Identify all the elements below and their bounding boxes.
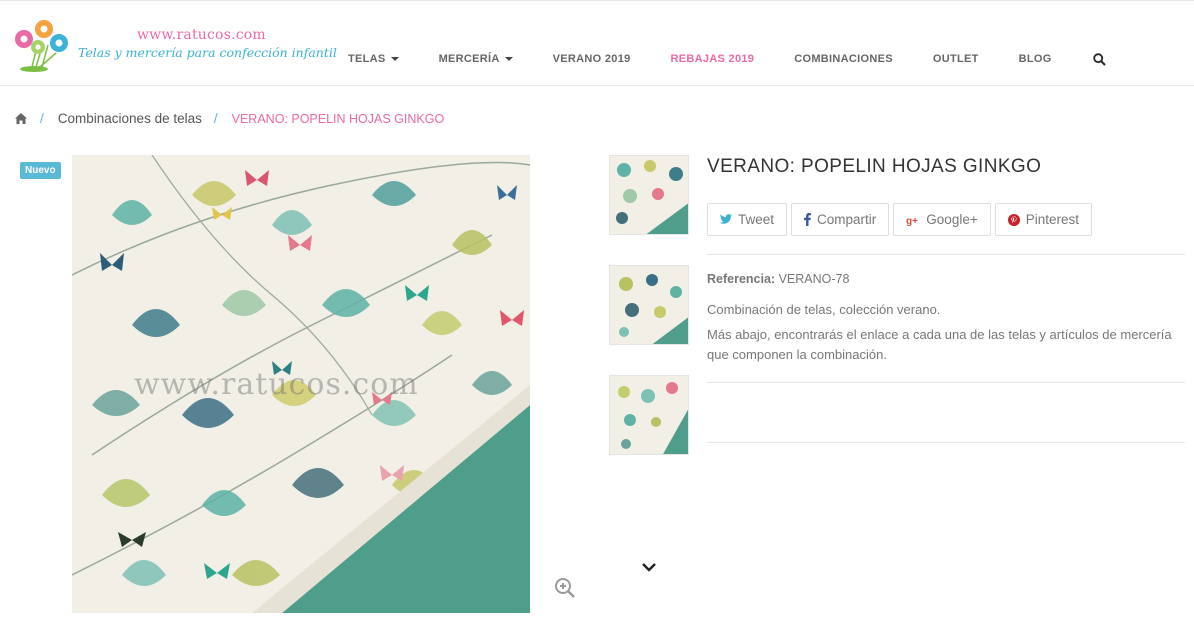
- nav-item-combinaciones[interactable]: COMBINACIONES: [794, 53, 893, 65]
- product-thumbnail[interactable]: [609, 155, 689, 235]
- product-title: VERANO: POPELIN HOJAS GINKGO: [707, 156, 1042, 177]
- pinterest-label: Pinterest: [1025, 212, 1079, 227]
- nav-item-label: MERCERÍA: [438, 53, 500, 65]
- breadcrumb-link-combinaciones[interactable]: Combinaciones de telas: [58, 111, 202, 126]
- product-thumbnail[interactable]: [609, 375, 689, 455]
- breadcrumb: / Combinaciones de telas / VERANO: POPEL…: [14, 111, 444, 126]
- product-thumbnail[interactable]: [609, 265, 689, 345]
- new-badge: Nuevo: [20, 162, 61, 179]
- flowers-logo-icon: [15, 20, 68, 72]
- divider: [707, 382, 1185, 383]
- caret-down-icon: [390, 57, 399, 61]
- google-plus-icon: g+: [906, 216, 918, 226]
- thumbnail-image: [610, 376, 688, 454]
- nav-item-label: VERANO 2019: [552, 53, 631, 65]
- chevron-down-icon[interactable]: [640, 560, 658, 574]
- search-button[interactable]: [1092, 51, 1108, 67]
- facebook-share-button[interactable]: Compartir: [791, 203, 890, 236]
- breadcrumb-current: VERANO: POPELIN HOJAS GINKGO: [231, 111, 445, 126]
- pinterest-button[interactable]: Pinterest: [994, 203, 1092, 236]
- site-header: www.ratucos.com Telas y mercería para co…: [0, 0, 1194, 86]
- reference-label: Referencia:: [707, 272, 776, 286]
- nav-item-label: TELAS: [348, 53, 386, 65]
- thumbnail-image: [610, 156, 688, 234]
- tweet-button[interactable]: Tweet: [707, 203, 788, 236]
- zoom-icon[interactable]: [554, 577, 576, 599]
- facebook-label: Compartir: [817, 212, 877, 227]
- svg-text:g+: g+: [906, 216, 918, 226]
- breadcrumb-separator: /: [213, 111, 218, 126]
- reference-value: VERANO-78: [778, 272, 850, 286]
- nav-item-verano-2019[interactable]: VERANO 2019: [553, 53, 631, 65]
- nav-item-outlet[interactable]: OUTLET: [933, 53, 979, 65]
- search-icon: [1093, 52, 1106, 66]
- nav-item-blog[interactable]: BLOG: [1019, 53, 1052, 65]
- nav-item-merceria[interactable]: MERCERÍA: [439, 53, 513, 65]
- home-icon[interactable]: [14, 112, 28, 125]
- caret-down-icon: [504, 57, 513, 61]
- breadcrumb-separator: /: [40, 111, 44, 126]
- nav-item-label: REBAJAS 2019: [670, 53, 755, 65]
- pinterest-icon: [1007, 213, 1020, 226]
- product-main-image[interactable]: www.ratucos.com: [72, 155, 530, 613]
- nav-item-label: OUTLET: [932, 53, 979, 65]
- nav-item-rebajas-2019[interactable]: REBAJAS 2019: [671, 53, 755, 65]
- nav-item-label: BLOG: [1018, 53, 1052, 65]
- twitter-icon: [720, 214, 732, 224]
- site-logo[interactable]: www.ratucos.com Telas y mercería para co…: [12, 17, 337, 73]
- tweet-label: Tweet: [738, 212, 775, 227]
- nav-item-telas[interactable]: TELAS: [348, 53, 399, 65]
- logo-tagline: Telas y mercería para confección infanti…: [78, 45, 337, 60]
- divider: [707, 442, 1185, 443]
- thumbnail-image: [610, 266, 688, 344]
- divider: [707, 254, 1185, 255]
- main-nav: TELAS MERCERÍA VERANO 2019 REBAJAS 2019 …: [328, 47, 1108, 71]
- google-plus-label: Google+: [926, 212, 978, 227]
- image-watermark: www.ratucos.com: [134, 367, 419, 402]
- google-plus-button[interactable]: g+ Google+: [893, 203, 991, 236]
- facebook-icon: [804, 213, 812, 226]
- product-description-1: Combinación de telas, colección verano.: [707, 302, 941, 317]
- product-description-2: Más abajo, encontrarás el enlace a cada …: [707, 327, 1172, 362]
- share-buttons: Tweet Compartir g+ Google+ Pinterest: [707, 203, 1096, 236]
- nav-item-label: COMBINACIONES: [794, 53, 893, 65]
- product-reference: Referencia: VERANO-78: [707, 272, 849, 286]
- logo-url-text: www.ratucos.com: [137, 27, 266, 43]
